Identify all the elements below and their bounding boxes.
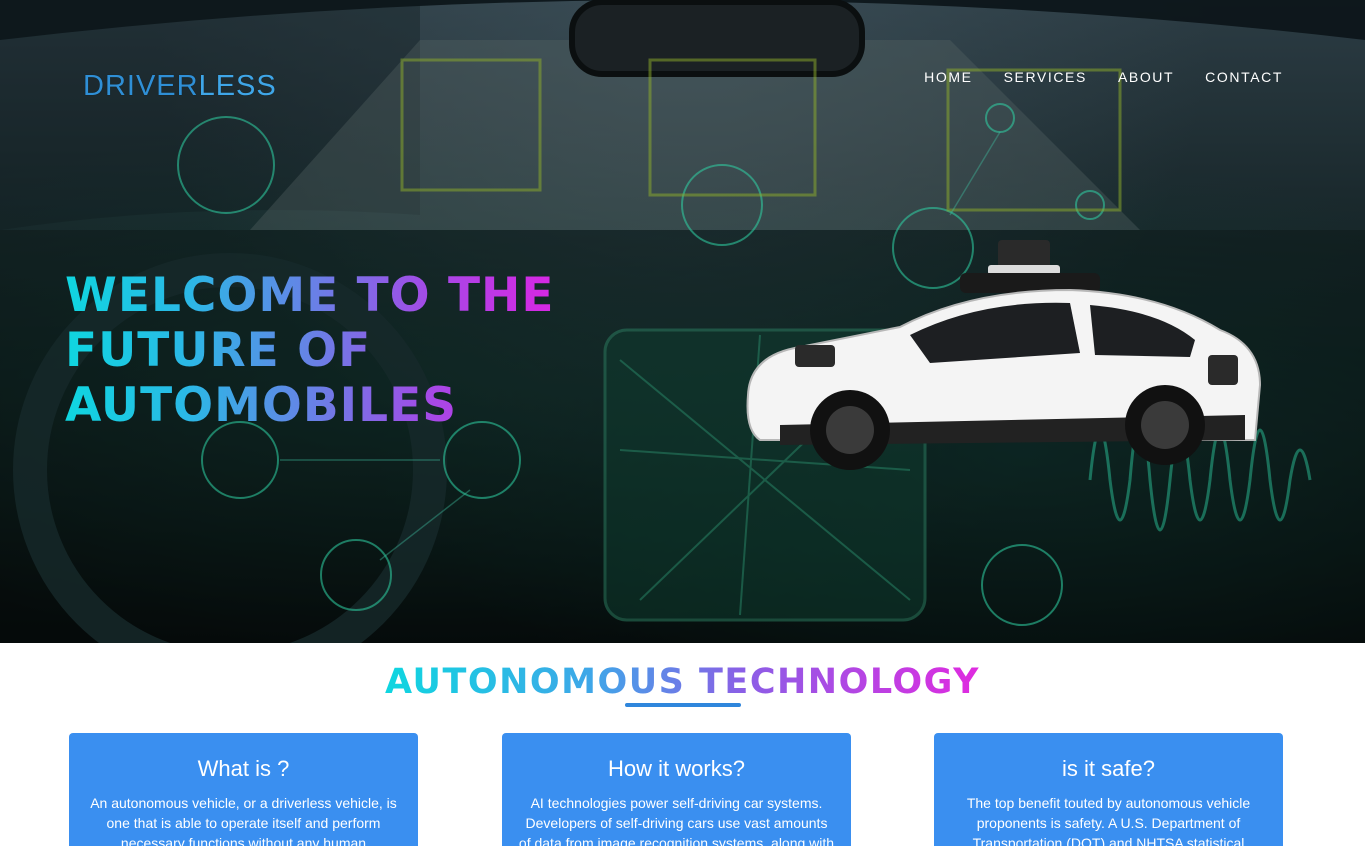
section-title: AUTONOMOUS TECHNOLOGY xyxy=(0,662,1365,702)
section-title-text: AUTONOMOUS TECHNOLOGY xyxy=(385,662,980,702)
brand-logo-part1: DRIVER xyxy=(83,70,199,102)
card-title: is it safe? xyxy=(1062,756,1155,781)
self-driving-car-image xyxy=(746,240,1262,470)
card-title: What is ? xyxy=(197,756,290,781)
card-text: AI technologies power self-driving car s… xyxy=(518,795,835,846)
hero-headline-line2: FUTURE OF xyxy=(65,323,372,378)
section-title-underline xyxy=(625,703,741,707)
brand-logo-part2: LESS xyxy=(198,70,277,102)
hero-banner: DRIVERLESS HOME SERVICES ABOUT CONTACT W… xyxy=(0,0,1365,643)
card-title: How it works? xyxy=(608,756,745,781)
hero-headline-line1: WELCOME TO THE xyxy=(65,268,555,323)
main-nav: HOME SERVICES ABOUT CONTACT xyxy=(924,69,1283,85)
hero-headline-line3: AUTOMOBILES xyxy=(65,378,458,433)
nav-contact-link[interactable]: CONTACT xyxy=(1205,69,1283,85)
nav-about-link[interactable]: ABOUT xyxy=(1118,69,1174,85)
info-card-is-it-safe: is it safe? The top benefit touted by au… xyxy=(934,733,1283,846)
info-card-how-it-works: How it works? AI technologies power self… xyxy=(502,733,851,846)
card-text: An autonomous vehicle, or a driverless v… xyxy=(90,795,397,846)
nav-services-link[interactable]: SERVICES xyxy=(1004,69,1087,85)
brand-logo[interactable]: DRIVERLESS xyxy=(83,70,277,103)
nav-home-link[interactable]: HOME xyxy=(924,69,972,85)
hero-headline: WELCOME TO THE FUTURE OF AUTOMOBILES xyxy=(65,268,625,433)
info-card-what-is: What is ? An autonomous vehicle, or a dr… xyxy=(69,733,418,846)
card-text: The top benefit touted by autonomous veh… xyxy=(966,795,1251,846)
